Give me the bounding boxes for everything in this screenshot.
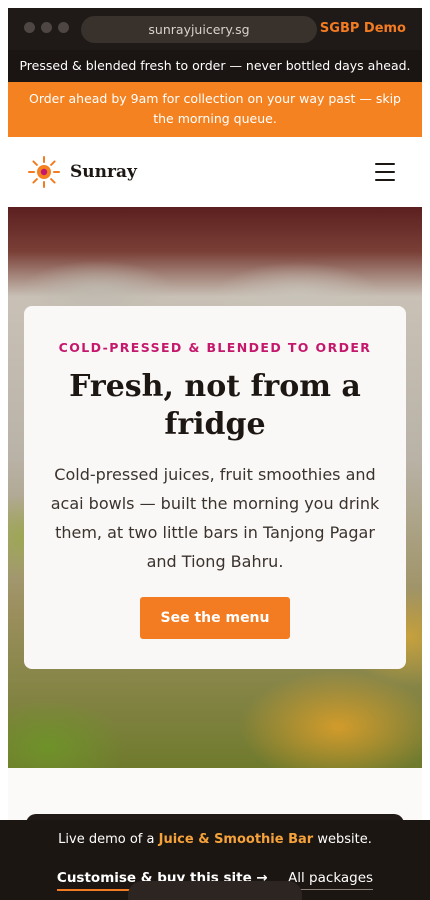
- window-dot: [41, 22, 52, 33]
- hero-headline: Fresh, not from a fridge: [69, 369, 361, 442]
- address-bar[interactable]: sunrayjuicery.sg: [81, 16, 317, 43]
- hero-card: COLD-PRESSED & BLENDED TO ORDER Fresh, n…: [24, 306, 406, 669]
- demo-text-before: Live demo of a: [58, 832, 159, 847]
- hero-section: COLD-PRESSED & BLENDED TO ORDER Fresh, n…: [8, 207, 422, 768]
- order-ahead-banner: Order ahead by 9am for collection on you…: [8, 82, 422, 137]
- hamburger-icon[interactable]: [375, 163, 395, 181]
- see-menu-button[interactable]: See the menu: [140, 597, 290, 639]
- window-controls: [24, 22, 69, 33]
- hero-description: Cold-pressed juices, fruit smoothies and…: [50, 465, 380, 571]
- page: sunrayjuicery.sg SGBP Demo Pressed & ble…: [0, 0, 430, 900]
- demo-label: SGBP Demo: [319, 21, 406, 36]
- demo-text: Live demo of a Juice & Smoothie Bar webs…: [0, 832, 430, 847]
- demo-text-after: website.: [313, 832, 372, 847]
- demo-highlight: Juice & Smoothie Bar: [158, 832, 314, 847]
- all-packages-link[interactable]: All packages: [288, 870, 374, 890]
- brand-name[interactable]: Sunray: [70, 137, 137, 207]
- floating-toolbar[interactable]: [128, 881, 302, 900]
- browser-bar: sunrayjuicery.sg SGBP Demo: [8, 8, 422, 50]
- window-dot: [24, 22, 35, 33]
- announcement-strip: Pressed & blended fresh to order — never…: [8, 50, 422, 82]
- hero-eyebrow: COLD-PRESSED & BLENDED TO ORDER: [58, 340, 372, 355]
- window-dot: [58, 22, 69, 33]
- site-header: Sunray: [8, 137, 422, 207]
- sun-icon[interactable]: [27, 155, 61, 189]
- device-frame: sunrayjuicery.sg SGBP Demo Pressed & ble…: [8, 8, 422, 892]
